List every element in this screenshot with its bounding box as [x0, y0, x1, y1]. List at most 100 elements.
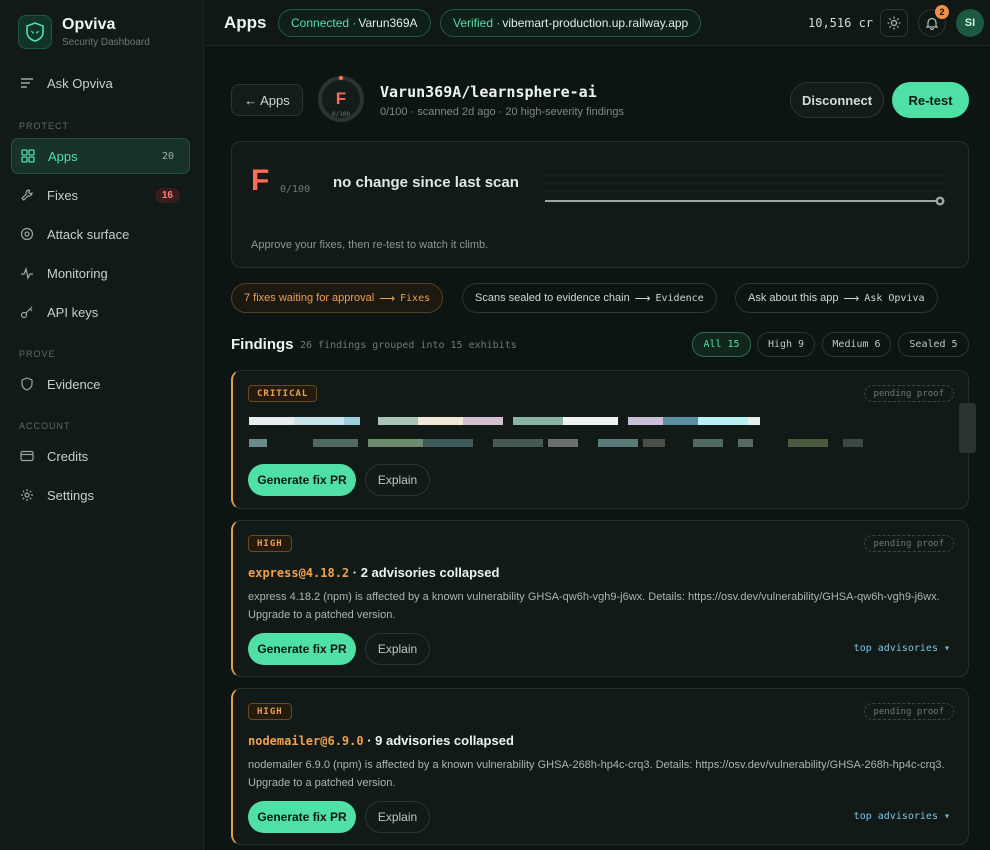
grid-icon — [20, 148, 36, 164]
gauge-score: 0/100 — [332, 111, 350, 118]
pill-target: Fixes — [400, 292, 431, 304]
target-icon — [19, 226, 35, 242]
generate-fix-pr-button[interactable]: Generate fix PR — [248, 633, 356, 665]
sidebar-item-apps[interactable]: Apps 20 — [11, 138, 190, 174]
pill-label: Ask about this app — [748, 292, 839, 304]
finding-title: express@4.18.2 · 2 advisories collapsed — [248, 565, 499, 580]
sidebar-item-label: Credits — [47, 448, 89, 464]
verified-pill[interactable]: Verified · vibemart-production.up.railwa… — [440, 9, 702, 37]
ask-about-app-pill[interactable]: Ask about this app ⟶ Ask Opviva — [735, 283, 938, 313]
brand-subtitle: Security Dashboard — [62, 37, 150, 48]
gauge-grade: F — [336, 89, 346, 108]
sidebar-item-label: Ask Opviva — [47, 75, 113, 91]
connected-label: Connected · — [291, 16, 357, 30]
finding-summary: · 9 advisories collapsed — [363, 733, 514, 748]
score-status: no change since last scan — [333, 174, 519, 191]
card-icon — [19, 448, 35, 464]
finding-description: express 4.18.2 (npm) is affected by a kn… — [248, 591, 940, 621]
score-of: 0/100 — [280, 184, 311, 195]
sidebar-item-settings[interactable]: Settings — [11, 477, 190, 513]
credits-balance: 10,516 cr — [808, 16, 874, 30]
explain-button[interactable]: Explain — [365, 633, 430, 665]
pill-target: Ask Opviva — [864, 292, 925, 304]
generate-fix-pr-button[interactable]: Generate fix PR — [248, 464, 356, 496]
section-protect: PROTECT — [19, 121, 70, 131]
top-advisories-toggle[interactable]: top advisories ▾ — [854, 643, 950, 654]
verified-domain: vibemart-production.up.railway.app — [502, 16, 689, 30]
topbar: Apps Connected · Varun369A Verified · vi… — [205, 0, 990, 46]
score-trend-sparkline — [545, 174, 945, 206]
arrow-right-icon: ⟶ — [634, 292, 651, 305]
package-name: nodemailer@6.9.0 — [248, 734, 364, 748]
sidebar-item-label: Monitoring — [47, 265, 108, 281]
gear-icon — [19, 487, 35, 503]
notification-badge: 2 — [935, 5, 949, 19]
finding-card-critical: CRITICAL pending proof Generate fix PR E… — [231, 370, 969, 509]
scrollbar-thumb[interactable] — [959, 403, 976, 453]
brand[interactable]: Opviva Security Dashboard — [18, 15, 150, 49]
sidebar-item-label: Apps — [48, 148, 78, 164]
sidebar: Opviva Security Dashboard Ask Opviva PRO… — [0, 0, 204, 850]
explain-button[interactable]: Explain — [365, 801, 430, 833]
brand-name: Opviva — [62, 16, 116, 33]
approve-hint: Approve your fixes, then re-test to watc… — [251, 239, 489, 251]
notifications-button[interactable]: 2 — [918, 5, 949, 37]
menu-lines-icon — [19, 75, 35, 91]
findings-subtitle: 26 findings grouped into 15 exhibits — [300, 340, 517, 351]
repo-meta: 0/100 · scanned 2d ago · 20 high-severit… — [380, 106, 624, 118]
severity-badge: HIGH — [248, 703, 292, 720]
findings-title: Findings — [231, 336, 294, 353]
retest-button[interactable]: Re-test — [892, 82, 969, 118]
score-grade: F — [251, 164, 270, 197]
filter-sealed[interactable]: Sealed 5 — [898, 332, 969, 357]
sidebar-item-label: Fixes — [47, 187, 79, 203]
sidebar-item-evidence[interactable]: Evidence — [11, 366, 190, 402]
disconnect-button[interactable]: Disconnect — [790, 82, 884, 118]
pill-label: Scans sealed to evidence chain — [475, 292, 630, 304]
top-advisories-toggle[interactable]: top advisories ▾ — [854, 811, 950, 822]
sidebar-item-monitoring[interactable]: Monitoring — [11, 255, 190, 291]
connected-user: Varun369A — [358, 16, 418, 30]
sidebar-item-fixes[interactable]: Fixes 16 — [11, 177, 190, 213]
section-account: ACCOUNT — [19, 421, 71, 431]
shield-icon — [19, 376, 35, 392]
opviva-logo-icon — [18, 15, 52, 49]
verified-label: Verified · — [453, 16, 501, 30]
avatar[interactable]: SI — [956, 9, 984, 37]
sidebar-item-credits[interactable]: Credits — [11, 438, 190, 474]
filter-all[interactable]: All 15 — [692, 332, 751, 357]
package-name: express@4.18.2 — [248, 566, 350, 580]
pill-target: Evidence — [655, 292, 704, 304]
fixes-badge: 16 — [154, 187, 180, 203]
finding-description: nodemailer 6.9.0 (npm) is affected by a … — [248, 759, 945, 789]
sun-icon — [887, 16, 901, 30]
fixes-waiting-pill[interactable]: 7 fixes waiting for approval ⟶ Fixes — [231, 283, 444, 313]
sidebar-item-api-keys[interactable]: API keys — [11, 294, 190, 330]
wrench-icon — [19, 187, 35, 203]
back-to-apps-button[interactable]: ← Apps — [231, 84, 303, 116]
finding-title: nodemailer@6.9.0 · 9 advisories collapse… — [248, 733, 514, 748]
explain-button[interactable]: Explain — [365, 464, 430, 496]
sidebar-item-ask-opviva[interactable]: Ask Opviva — [11, 65, 190, 101]
generate-fix-pr-button[interactable]: Generate fix PR — [248, 801, 356, 833]
sidebar-item-label: Attack surface — [47, 226, 130, 242]
severity-badge: HIGH — [248, 535, 292, 552]
sidebar-item-label: Settings — [47, 487, 94, 503]
theme-toggle-button[interactable] — [880, 9, 908, 37]
sidebar-item-label: API keys — [47, 304, 99, 320]
arrow-right-icon: ⟶ — [843, 292, 860, 305]
pulse-icon — [19, 265, 35, 281]
filter-high[interactable]: High 9 — [757, 332, 815, 357]
filter-medium[interactable]: Medium 6 — [822, 332, 891, 357]
repo-name: Varun369A/learnsphere-ai — [380, 83, 597, 101]
finding-card-express: HIGH pending proof express@4.18.2 · 2 ad… — [231, 520, 969, 677]
pill-label: 7 fixes waiting for approval — [244, 292, 375, 304]
key-icon — [19, 304, 35, 320]
score-gauge: F 0/100 — [318, 75, 364, 122]
arrow-right-icon: ⟶ — [379, 292, 396, 305]
sidebar-item-attack-surface[interactable]: Attack surface — [11, 216, 190, 252]
evidence-chain-pill[interactable]: Scans sealed to evidence chain ⟶ Evidenc… — [462, 283, 717, 313]
connected-pill[interactable]: Connected · Varun369A — [278, 9, 431, 37]
section-prove: PROVE — [19, 349, 56, 359]
finding-card-nodemailer: HIGH pending proof nodemailer@6.9.0 · 9 … — [231, 688, 969, 845]
